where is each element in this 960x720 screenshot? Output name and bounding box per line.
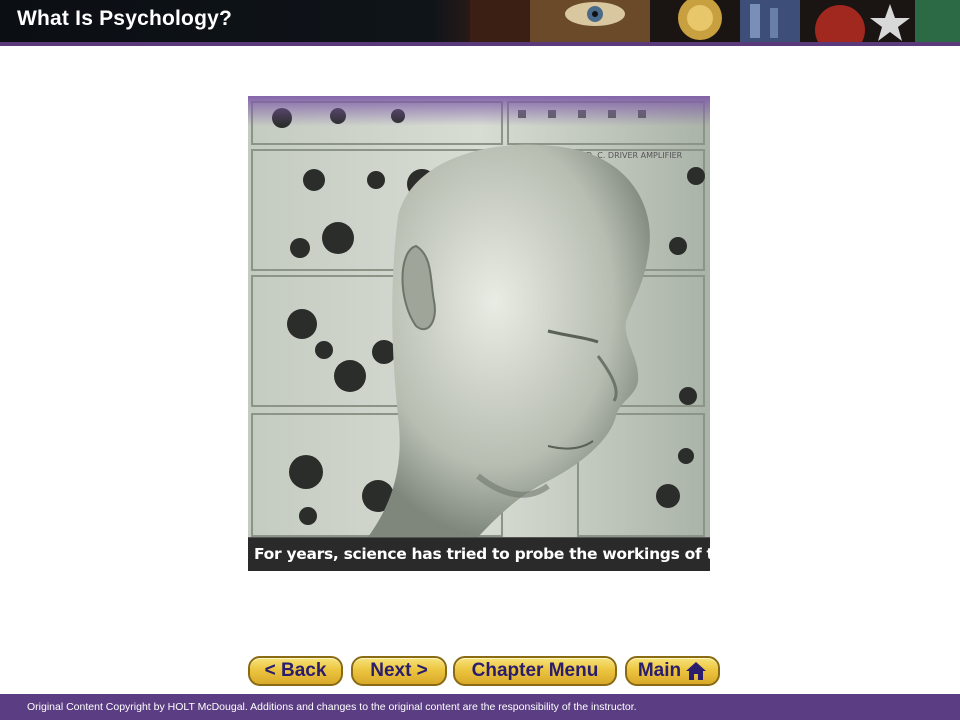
chapter-menu-button[interactable]: Chapter Menu: [453, 656, 617, 686]
footer-bar: Original Content Copyright by HOLT McDou…: [0, 694, 960, 720]
back-button[interactable]: < Back: [248, 656, 343, 686]
page-title: What Is Psychology?: [17, 7, 232, 30]
main-photo: D. C. DRIVER AMPLIFIER For years, scienc…: [248, 96, 710, 571]
photo-caption: For years, science has tried to probe th…: [254, 545, 710, 563]
chapter-menu-label: Chapter Menu: [471, 660, 599, 681]
header-divider: [0, 42, 960, 46]
home-icon: [686, 662, 707, 680]
main-button-label: Main: [637, 660, 682, 681]
copyright-notice: Original Content Copyright by HOLT McDou…: [27, 701, 637, 713]
main-button[interactable]: Main: [625, 656, 720, 686]
photo-man-with-instruments: D. C. DRIVER AMPLIFIER: [248, 96, 710, 537]
photo-caption-bar: For years, science has tried to probe th…: [248, 537, 710, 571]
next-button[interactable]: Next >: [351, 656, 447, 686]
title-banner: What Is Psychology?: [0, 0, 960, 42]
next-button-label: Next >: [370, 660, 428, 681]
banner-artwork: [470, 0, 960, 42]
back-button-label: < Back: [264, 660, 327, 681]
